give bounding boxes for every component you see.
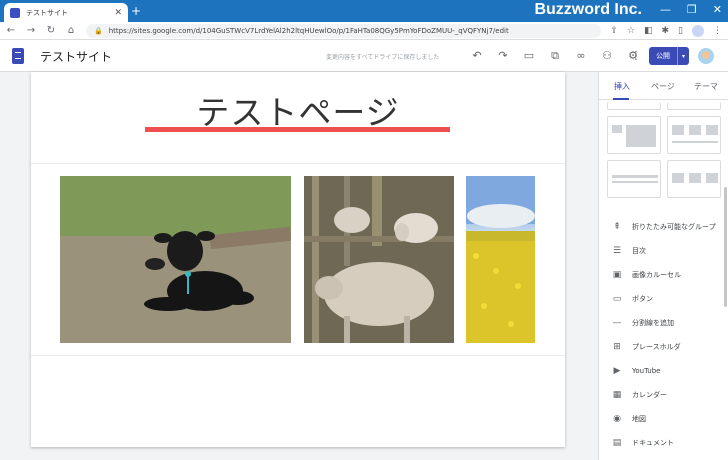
site-name[interactable]: テストサイト <box>40 48 112 65</box>
item-label: プレースホルダ <box>632 343 681 351</box>
kebab-menu-icon[interactable]: ⋮ <box>629 49 643 63</box>
insert-divider[interactable]: — 分割線を追加 <box>611 315 723 331</box>
item-label: ボタン <box>632 295 653 303</box>
insert-collapsible-group[interactable]: ⇞ 折りたたみ可能なグループ <box>611 219 723 235</box>
layout-option[interactable] <box>607 116 661 154</box>
window-controls: — ❐ ✕ <box>660 3 722 16</box>
insert-map[interactable]: ◉ 地図 <box>611 411 723 427</box>
item-label: カレンダー <box>632 391 667 399</box>
tab-insert[interactable]: 挿入 <box>614 81 630 92</box>
insert-button[interactable]: ▭ ボタン <box>611 291 723 307</box>
insert-table-of-contents[interactable]: ☰ 目次 <box>611 243 723 259</box>
back-icon[interactable]: ← <box>6 25 16 36</box>
collapsible-group-icon: ⇞ <box>613 222 621 232</box>
publish-label[interactable]: 公開 <box>649 47 678 65</box>
item-label: YouTube <box>632 367 661 375</box>
insert-placeholder[interactable]: ⊞ プレースホルダ <box>611 339 723 355</box>
layout-option[interactable] <box>607 160 661 198</box>
address-bar: ← → ↻ ⌂ 🔒 https://sites.google.com/d/104… <box>0 22 728 40</box>
browser-tab[interactable]: テストサイト ✕ <box>4 3 128 22</box>
link-icon[interactable]: ∞ <box>574 49 588 63</box>
layout-option[interactable] <box>667 160 721 198</box>
section-divider <box>31 163 565 164</box>
sheep-image[interactable] <box>304 176 454 343</box>
puzzle-icon[interactable]: ✱ <box>662 26 670 36</box>
insert-image-carousel[interactable]: ▣ 画像カルーセル <box>611 267 723 283</box>
brand-watermark: Buzzword Inc. <box>534 1 642 18</box>
item-label: 地図 <box>632 415 646 423</box>
forward-icon[interactable]: → <box>26 25 36 36</box>
copy-link-icon[interactable]: ⧉ <box>548 49 562 63</box>
black-lamb-illustration <box>60 176 291 343</box>
layout-option[interactable] <box>667 116 721 154</box>
profile-avatar-icon[interactable] <box>692 24 704 37</box>
rapeseed-field-image[interactable] <box>466 176 535 343</box>
publish-dropdown-icon[interactable]: ▾ <box>678 53 689 60</box>
insert-youtube[interactable]: ▶ YouTube <box>611 363 723 379</box>
star-icon[interactable]: ☆ <box>627 26 635 36</box>
new-tab-button[interactable]: + <box>131 4 141 18</box>
black-lamb-image[interactable] <box>60 176 291 343</box>
item-label: 分割線を追加 <box>632 319 674 327</box>
toc-icon: ☰ <box>612 246 622 256</box>
placeholder-icon: ⊞ <box>613 342 621 352</box>
redo-icon[interactable]: ↷ <box>496 49 510 63</box>
url-input[interactable]: 🔒 https://sites.google.com/d/104GuSTWcV7… <box>86 23 602 38</box>
lock-icon[interactable]: 🔒 <box>94 27 103 35</box>
sites-favicon-icon <box>10 7 20 18</box>
calendar-icon: ▦ <box>612 390 622 400</box>
window-close-icon[interactable]: ✕ <box>713 3 722 16</box>
item-label: 画像カルーセル <box>632 271 681 279</box>
flower-field-illustration <box>466 176 535 343</box>
publish-button[interactable]: 公開 ▾ <box>649 47 689 65</box>
page-preview: テストページ <box>31 72 565 447</box>
map-icon: ◉ <box>613 414 621 424</box>
item-label: 折りたたみ可能なグループ <box>632 223 716 231</box>
item-label: ドキュメント <box>632 439 674 447</box>
user-avatar[interactable] <box>698 48 714 64</box>
insert-panel: 挿入 ページ テーマ ⇞ 折りたたみ可能なグループ ☰ 目次 ▣ 画像カルーセル… <box>598 72 728 460</box>
tab-title: テストサイト <box>26 8 68 17</box>
sites-logo-icon[interactable] <box>12 48 24 64</box>
panel-tabs: 挿入 ページ テーマ <box>599 72 728 100</box>
sites-header: テストサイト 変更内容をすべてドライブに保存しました ↶ ↷ ▭ ⧉ ∞ ⚇ ⚙… <box>0 40 728 72</box>
section-divider-bottom <box>31 355 565 356</box>
title-underline <box>145 127 450 132</box>
item-label: 目次 <box>632 247 646 255</box>
sidepanel-icon[interactable]: ▯ <box>678 26 683 36</box>
browser-menu-icon[interactable]: ⋮ <box>713 26 722 36</box>
minimize-icon[interactable]: — <box>660 3 671 16</box>
home-icon[interactable]: ⌂ <box>66 25 76 36</box>
insert-document[interactable]: ▤ ドキュメント <box>611 435 723 451</box>
panel-scrollbar[interactable] <box>724 187 727 307</box>
tab-pages[interactable]: ページ <box>651 81 675 92</box>
undo-icon[interactable]: ↶ <box>470 49 484 63</box>
carousel-icon: ▣ <box>612 270 622 280</box>
tab-themes[interactable]: テーマ <box>694 81 718 92</box>
layout-option[interactable] <box>667 102 721 110</box>
browser-tab-strip: テストサイト ✕ + Buzzword Inc. — ❐ ✕ <box>0 0 728 22</box>
active-tab-indicator <box>613 98 629 100</box>
layout-option[interactable] <box>607 102 661 110</box>
docs-icon: ▤ <box>612 438 622 448</box>
share-user-icon[interactable]: ⚇ <box>600 49 614 63</box>
reload-icon[interactable]: ↻ <box>46 25 56 36</box>
divider-icon: — <box>612 318 622 328</box>
button-icon: ▭ <box>612 294 622 304</box>
editor-canvas: テストページ <box>0 72 598 460</box>
insert-calendar[interactable]: ▦ カレンダー <box>611 387 723 403</box>
saved-status: 変更内容をすべてドライブに保存しました <box>326 54 440 61</box>
sheep-illustration <box>304 176 454 343</box>
youtube-icon: ▶ <box>613 366 621 376</box>
tab-close-icon[interactable]: ✕ <box>114 8 122 18</box>
maximize-icon[interactable]: ❐ <box>687 3 697 16</box>
url-text: https://sites.google.com/d/104GuSTWcV7Lr… <box>108 26 509 35</box>
preview-icon[interactable]: ▭ <box>522 49 536 63</box>
extension-icon[interactable]: ◧ <box>644 26 653 36</box>
share-icon[interactable]: ⇪ <box>610 26 618 36</box>
